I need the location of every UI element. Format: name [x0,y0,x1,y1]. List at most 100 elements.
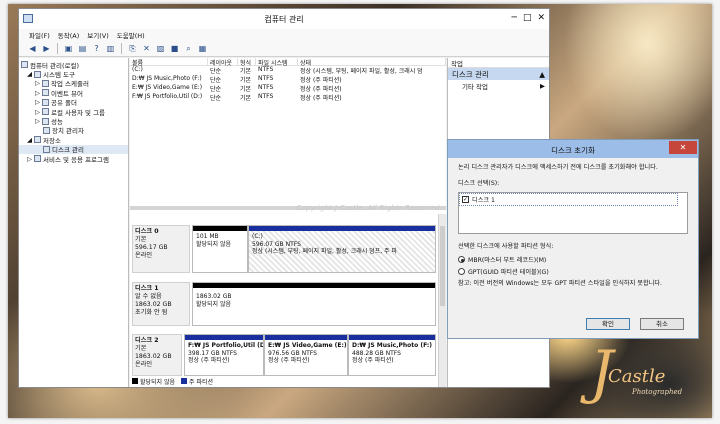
search-icon[interactable]: ⌕ [183,43,194,54]
partition-legend: 할당되지 않음 주 파티션 [132,377,213,386]
storage-icon [34,136,41,144]
disk-0-info[interactable]: 디스크 0 기본 596.17 GB 온라인 [132,225,190,273]
partition-f[interactable]: D:₩ JS Music,Photo (F:) 488.28 GB NTFS 정… [348,334,436,376]
tree-item-local-users[interactable]: ▷ 로컬 사용자 및 그룹 [19,107,128,117]
legend-swatch-blue [181,378,188,384]
col-layout[interactable]: 레이아웃 [208,58,238,67]
disk-select-label: 디스크 선택(S): [458,180,500,187]
table-row[interactable]: (C:) 단순 기본 NTFS 정상 (시스템, 부팅, 페이지 파일, 활성,… [130,66,446,75]
open-icon[interactable]: ▨ [155,43,166,54]
tree-item-disk-management[interactable]: 디스크 관리 [19,144,128,154]
legend-swatch-black [132,378,138,384]
up-folder-icon[interactable]: ▣ [63,43,74,54]
show-tree-icon[interactable]: ▤ [77,43,88,54]
actions-more[interactable]: 기타 작업 ▶ [448,80,549,91]
dialog-title-bar[interactable]: 디스크 초기화 ✕ [448,140,698,158]
partition-style-label: 선택한 디스크에 사용할 파티션 형식: [458,243,554,250]
menu-file[interactable]: 파일(F) [29,30,50,40]
expand-icon[interactable]: ▷ [35,89,40,97]
menu-help[interactable]: 도움말(H) [117,30,145,40]
expand-icon[interactable]: ▷ [35,98,40,106]
save-icon[interactable]: ■ [169,43,180,54]
properties-icon[interactable]: ▥ [105,43,116,54]
disk-2-info[interactable]: 디스크 2 기본 1863.02 GB 온라인 [132,334,183,376]
delete-icon[interactable]: ✕ [141,43,152,54]
disk-1-checkbox[interactable]: ✓ [462,196,469,203]
partition-c[interactable]: (C:) 596.07 GB NTFS 정상 (시스템, 부팅, 페이지 파일,… [248,225,436,273]
volume-list: 볼륨 레이아웃 형식 파일 시스템 상태 (C:) 단순 기본 NTFS 정상 … [130,58,446,212]
minimize-button[interactable]: ─ [512,13,517,23]
volume-table-header: 볼륨 레이아웃 형식 파일 시스템 상태 [130,58,446,67]
tree-item-services-apps[interactable]: ▷ 서비스 및 응용 프로그램 [19,154,128,164]
ok-button[interactable]: 확인 [586,318,630,330]
copyright-watermark: Copyright J-Castle. All Rights Reserved. [296,204,442,212]
table-row[interactable]: D:₩ JS Music,Photo (F:) 단순 기본 NTFS 정상 (주… [130,75,446,84]
help-icon[interactable]: ? [91,43,102,54]
dialog-note: 참고: 이전 버전의 Windows는 모두 GPT 파티션 스타일을 인식하지… [458,280,662,287]
menu-bar: 파일(F) 동작(A) 보기(V) 도움말(H) [19,29,549,41]
users-icon [42,108,49,116]
computer-icon [21,61,28,69]
cancel-button[interactable]: 취소 [640,318,684,330]
maximize-button[interactable]: □ [523,13,532,23]
gpt-radio[interactable] [458,268,465,275]
col-status[interactable]: 상태 [298,58,446,67]
actions-disk-management[interactable]: 디스크 관리 ▲ [448,68,549,80]
rescan-icon[interactable]: ⎘ [127,43,138,54]
expand-icon[interactable]: ▷ [35,79,40,87]
scroll-thumb[interactable] [440,226,445,306]
disk-select-list[interactable]: ✓ 디스크 1 [458,192,688,234]
tree-item-system-tools[interactable]: ◢ 시스템 도구 [19,69,128,79]
tree-item-storage[interactable]: ◢ 저장소 [19,135,128,145]
expand-icon[interactable]: ◢ [27,136,32,144]
tree-item-device-manager[interactable]: 장치 관리자 [19,126,128,135]
tree-item-computer-management[interactable]: 컴퓨터 관리(로컬) [19,60,128,70]
window-title: 컴퓨터 관리 [264,15,304,24]
partition-e[interactable]: E:₩ JS Video,Game (E:) 976.56 GB NTFS 정상… [264,334,349,376]
expand-icon[interactable]: ▷ [35,117,40,125]
col-filesystem[interactable]: 파일 시스템 [256,58,298,67]
title-bar[interactable]: 컴퓨터 관리 ─ □ ✕ [19,9,549,29]
legend-unallocated: 할당되지 않음 [132,377,175,386]
legend-primary: 주 파티션 [181,377,213,386]
device-icon [43,126,50,134]
services-icon [34,155,41,163]
menu-view[interactable]: 보기(V) [87,30,108,40]
forward-icon[interactable]: ▶ [41,43,52,54]
partition-unallocated[interactable]: 1863.02 GB 할당되지 않음 [192,282,436,326]
list-item[interactable]: ✓ 디스크 1 [459,193,678,206]
close-button[interactable]: ✕ [537,13,545,23]
tree-item-task-scheduler[interactable]: ▷ 작업 스케줄러 [19,79,128,88]
table-row[interactable]: E:₩ JS Video,Game (E:) 단순 기본 NTFS 정상 (주 … [130,84,446,93]
partition-d[interactable]: F:₩ JS Portfolio,Util (D: 398.17 GB NTFS… [184,334,265,376]
toolbar: ◀ ▶ ▣ ▤ ? ▥ ⎘ ✕ ▨ ■ ⌕ ▦ [19,41,549,57]
dialog-close-button[interactable]: ✕ [669,141,697,154]
mbr-radio[interactable] [458,256,465,263]
partition-unallocated[interactable]: 101 MB 할당되지 않음 [192,225,248,273]
settings-icon[interactable]: ▦ [197,43,208,54]
back-icon[interactable]: ◀ [27,43,38,54]
disk-graphical-view: 디스크 0 기본 596.17 GB 온라인 101 MB 할당되지 않음 (C… [130,214,438,387]
collapse-icon[interactable]: ▲ [539,70,545,79]
folder-icon [42,98,49,106]
col-volume[interactable]: 볼륨 [130,58,208,67]
disk-1-row[interactable]: 디스크 1 알 수 없음 1863.02 GB 초기화 안 됨 1863.02 … [132,282,436,326]
col-type[interactable]: 형식 [238,58,256,67]
expand-icon[interactable]: ▷ [27,155,32,163]
gpt-option[interactable]: GPT(GUID 파티션 테이블)(G) [458,267,688,276]
actions-header: 작업 [448,58,549,68]
expand-icon[interactable]: ◢ [27,70,32,78]
menu-action[interactable]: 동작(A) [58,30,79,40]
expand-icon[interactable]: ▷ [35,108,40,116]
disk-0-row[interactable]: 디스크 0 기본 596.17 GB 온라인 101 MB 할당되지 않음 (C… [132,225,436,273]
disk-management-pane: 볼륨 레이아웃 형식 파일 시스템 상태 (C:) 단순 기본 NTFS 정상 … [130,58,446,387]
disk-1-info[interactable]: 디스크 1 알 수 없음 1863.02 GB 초기화 안 됨 [132,282,190,326]
disk-2-row[interactable]: 디스크 2 기본 1863.02 GB 온라인 F:₩ JS Portfolio… [132,334,436,376]
table-row[interactable]: F:₩ JS Portfolio,Util (D:) 단순 기본 NTFS 정상… [130,93,446,102]
navigation-tree: 컴퓨터 관리(로컬) ◢ 시스템 도구 ▷ 작업 스케줄러 ▷ 이벤트 뷰어 ▷ 공유 … [19,58,129,387]
vertical-scrollbar[interactable] [438,214,446,387]
tree-item-performance[interactable]: ▷ 성능 [19,116,128,126]
tree-item-event-viewer[interactable]: ▷ 이벤트 뷰어 [19,88,128,98]
mbr-option[interactable]: MBR(마스터 부트 레코드)(M) [458,255,688,264]
tree-item-shared-folders[interactable]: ▷ 공유 폴더 [19,98,128,107]
